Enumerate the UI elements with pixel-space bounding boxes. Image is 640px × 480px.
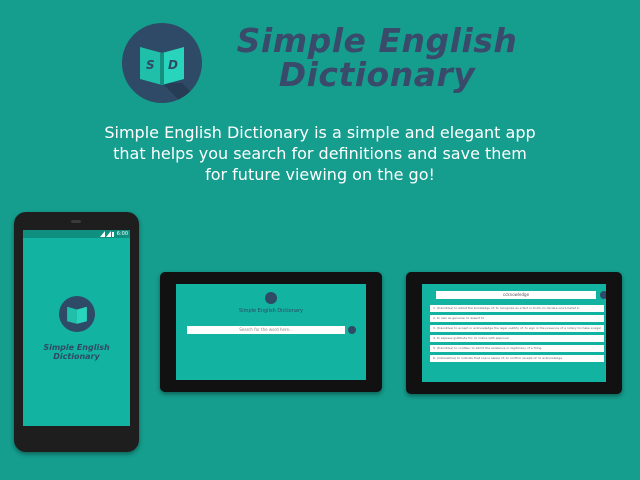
phone-app-title: Simple English Dictionary [43,343,110,361]
search-button[interactable] [348,326,356,334]
status-time: 6:00 [116,231,128,237]
app-title: Simple English Dictionary [212,24,542,92]
tablet-screen: ccknowledge 1. (transitive) to admit the… [422,284,606,382]
tablet-screen: Simple English Dictionary Search for the… [176,284,366,380]
phone-screen: 6:00 Simple English Dictionary ◁ ○ □ [23,230,130,426]
tagline-line: Simple English Dictionary is a simple an… [104,123,536,142]
phone-speaker [71,220,81,223]
app-logo: S D [122,23,202,103]
definition-row: 2. to own as genuine; to assent to [430,315,604,322]
search-button[interactable] [600,291,606,299]
tagline-line: for future viewing on the go! [205,165,435,184]
status-bar: 6:00 [23,230,130,238]
definition-row: 3. (transitive) to accept or acknowledge… [430,325,604,332]
definition-row: 4. to express gratitude for; to notice w… [430,335,604,342]
app-title-line2: Dictionary [278,55,476,94]
logo-letter-s: S [146,58,155,72]
tagline-line: that helps you search for definitions an… [113,144,527,163]
tagline: Simple English Dictionary is a simple an… [40,122,600,185]
definition-row: 1. (transitive) to admit the knowledge o… [430,305,604,312]
signal-battery-icon [100,231,114,237]
tablet-app-title: Simple English Dictionary [239,308,303,314]
logo-letter-d: D [168,58,178,72]
phone-mockup: 6:00 Simple English Dictionary ◁ ○ □ [14,212,139,452]
search-input[interactable]: Search for the word here... [187,326,345,334]
phone-app-logo [59,296,95,332]
definition-row: 5. (transitive) to confess; to admit the… [430,345,604,352]
tablet-mockup-definitions: ccknowledge 1. (transitive) to admit the… [406,272,622,394]
book-icon: S D [140,47,202,103]
app-title-line1: Simple English [236,21,518,60]
tablet-mockup-search: Simple English Dictionary Search for the… [160,272,382,392]
tablet-app-logo [265,292,277,304]
search-input[interactable]: ccknowledge [436,291,596,299]
book-icon [67,306,87,324]
definition-row: 6. (intransitive) to indicate that one i… [430,355,604,362]
